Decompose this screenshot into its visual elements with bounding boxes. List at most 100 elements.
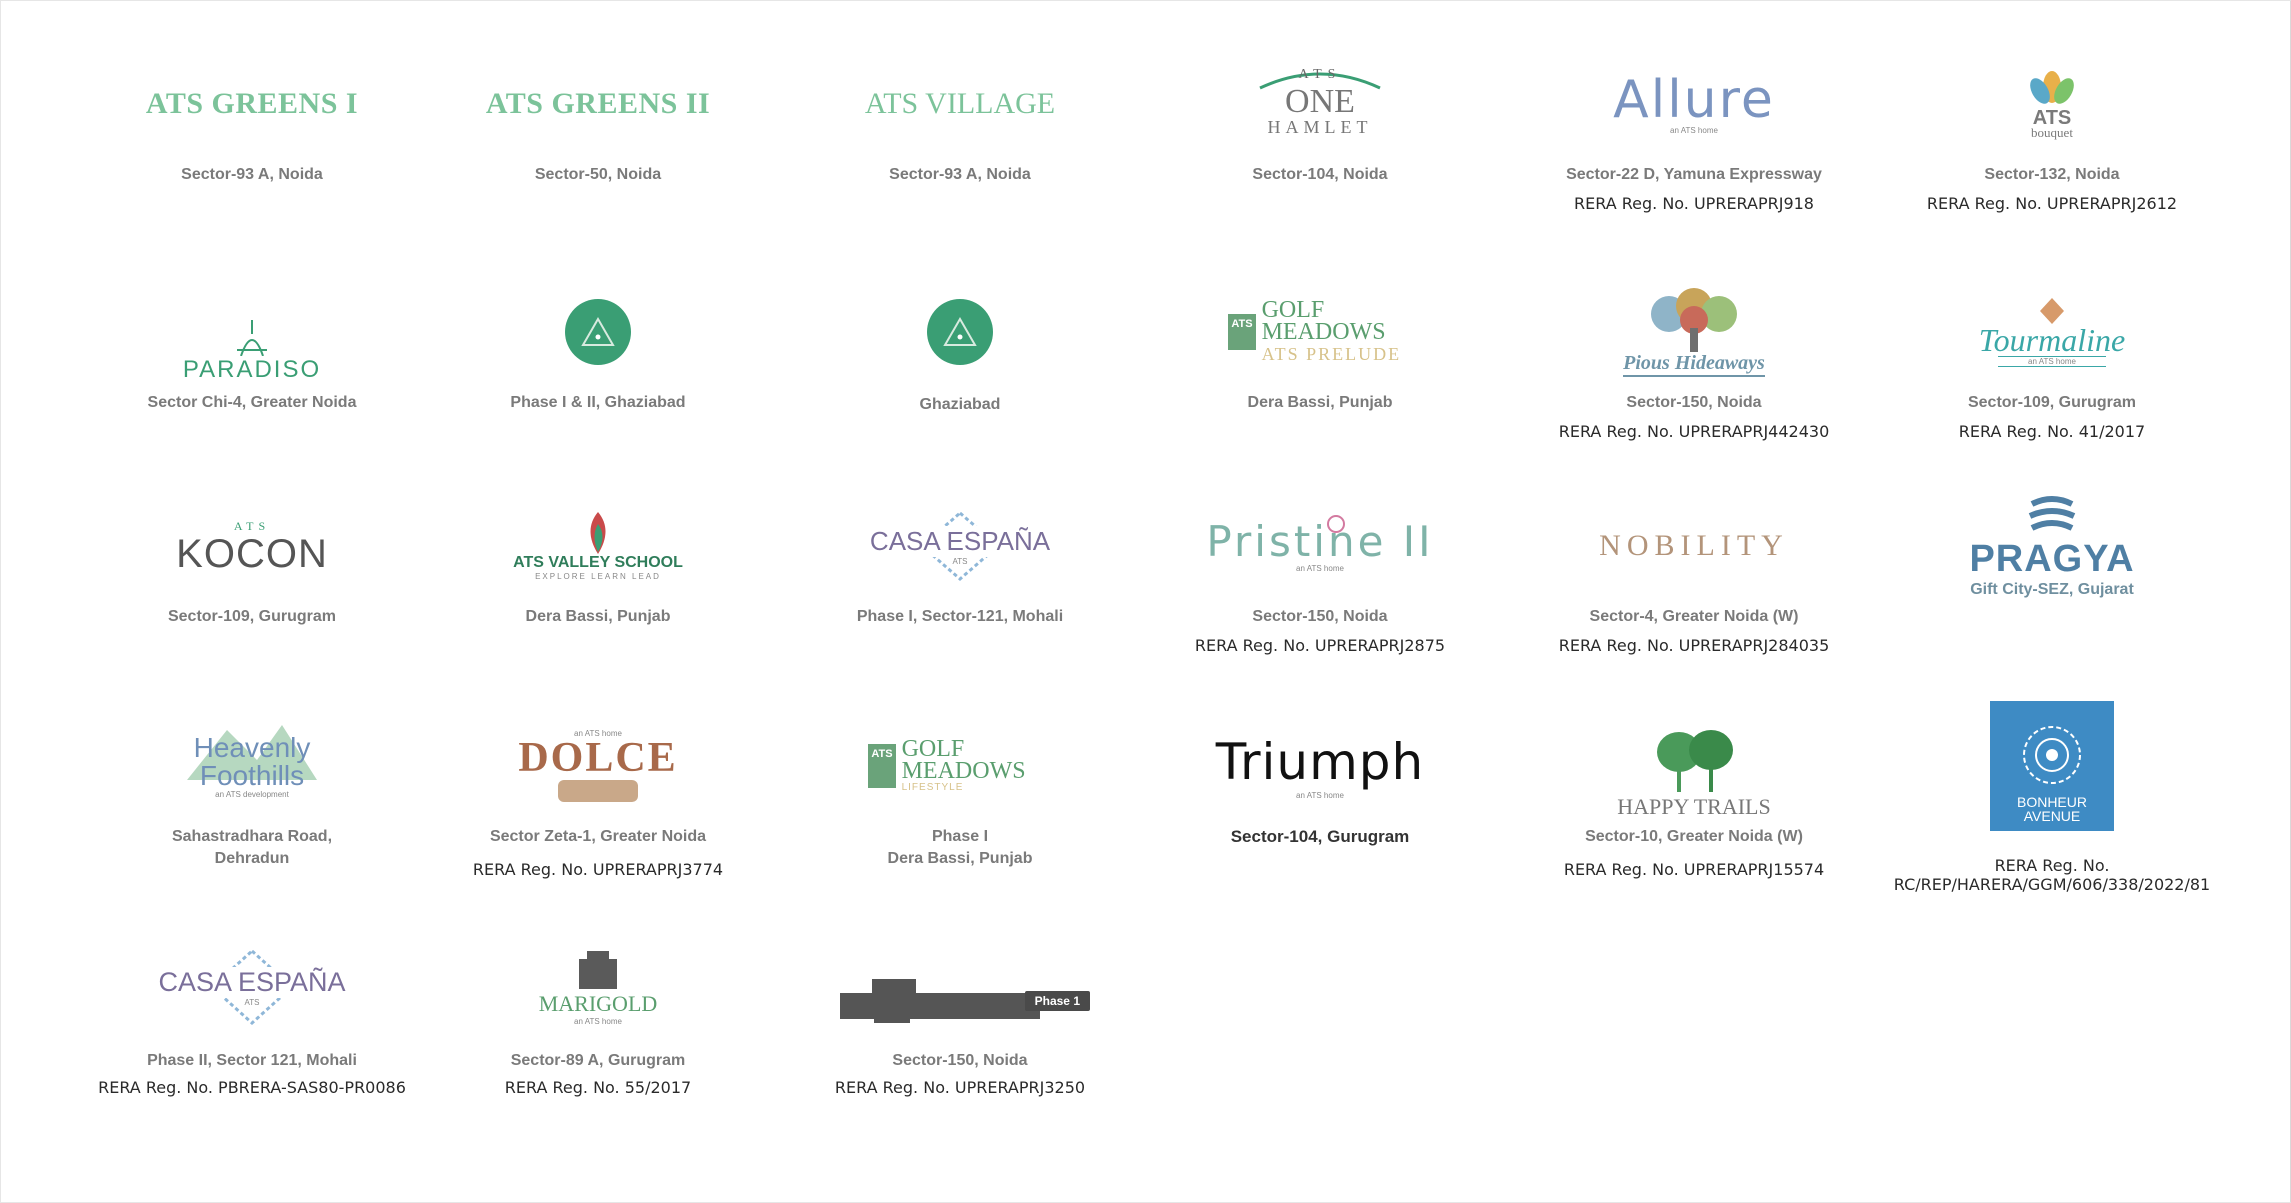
project-logo: NOBILITY [1514,486,1874,606]
project-location: Ghaziabad [919,396,1001,413]
logo-text: DOLCE [518,734,678,781]
project-location: Sector-104, Gurugram [1230,827,1410,846]
project-location: Sector-93 A, Noida [181,166,323,183]
project-location: Sector-109, Gurugram [167,608,337,625]
project-card-nobility[interactable]: NOBILITY Sector-4, Greater Noida (W) RER… [1514,486,1874,656]
project-logo: Triumph an ATS home [1140,706,1500,826]
project-logo: ATS VALLEY SCHOOL EXPLORE LEARN LEAD [418,486,778,606]
logo-text: KOCON [176,531,328,576]
project-card-casa-espana-1[interactable]: CASA ESPAÑA ATS Phase I, Sector-121, Moh… [780,486,1140,628]
project-location: Sector-4, Greater Noida (W) [1589,608,1799,625]
logo-text: CASA ESPAÑA [867,526,1053,557]
project-location: Sector-132, Noida [1984,166,2120,183]
project-location: Gift City-SEZ, Gujarat [1970,580,2134,598]
project-location: Phase I Dera Bassi, Punjab [887,828,1033,867]
project-card-triumph[interactable]: Triumph an ATS home Sector-104, Gurugram [1140,706,1500,848]
logo-sub: bouquet [2031,125,2073,140]
project-location: Sector Zeta-1, Greater Noida [489,828,707,845]
ornament-icon [558,779,638,802]
project-card-pristine-2[interactable]: Pristine II an ATS home Sector-150, Noid… [1140,486,1500,656]
project-logo [418,272,778,392]
rera-number: RERA Reg. No. UPRERAPRJ2875 [1194,636,1446,655]
logo-sub: an ATS home [1998,355,2106,367]
project-location: Dera Bassi, Punjab [525,608,671,625]
logo-sub: an ATS home [1296,790,1344,800]
project-card-golf-meadows-lifestyle[interactable]: ATS GOLF MEADOWS LIFESTYLE Phase I Dera … [780,706,1140,870]
logo-text: PRAGYA [1969,537,2135,580]
project-card-allure[interactable]: Allure an ATS home Sector-22 D, Yamuna E… [1514,44,1874,214]
project-card-tourmaline[interactable]: Tourmaline an ATS home Sector-109, Gurug… [1872,272,2232,442]
logo-sub: an ATS home [1670,125,1718,135]
diamond-icon [2040,297,2064,324]
logo-text: HAPPY TRAILS [1617,794,1771,819]
project-location: Phase II, Sector 121, Mohali [147,1052,357,1069]
trees-icon [1657,730,1733,792]
project-logo: ATS GOLF MEADOWS LIFESTYLE [780,706,1140,826]
project-card-golf-meadows-prelude[interactable]: ATS GOLF MEADOWS ATS PRELUDE Dera Bassi,… [1140,272,1500,414]
project-card-heavenly-foothills[interactable]: Heavenly Foothills an ATS development Sa… [72,706,432,870]
logo-text: Pious Hideaways [1623,352,1765,377]
logo-text: NOBILITY [1599,529,1789,562]
project-card-ghaziabad-phase[interactable]: Phase I & II, Ghaziabad [418,272,778,414]
project-card-sector-150-phase-1[interactable]: Phase 1 Sector-150, Noida RERA Reg. No. … [780,924,1140,1098]
project-card-pious-hideaways[interactable]: Pious Hideaways Sector-150, Noida RERA R… [1514,272,1874,442]
project-card-casa-espana-2[interactable]: CASA ESPAÑA ATS Phase II, Sector 121, Mo… [72,924,432,1098]
project-logo: PARADISO [72,272,432,392]
project-card-happy-trails[interactable]: HAPPY TRAILS Sector-10, Greater Noida (W… [1514,706,1874,880]
logo-bottom: ATS PRELUDE [1261,344,1402,364]
project-card-ghaziabad[interactable]: Ghaziabad [780,272,1140,416]
project-card-ats-valley-school[interactable]: ATS VALLEY SCHOOL EXPLORE LEARN LEAD Der… [418,486,778,628]
project-card-one-hamlet[interactable]: ATS ONE HAMLET Sector-104, Noida [1140,44,1500,186]
project-logo: Heavenly Foothills an ATS development [72,706,432,826]
project-logo: Pious Hideaways [1514,272,1874,392]
project-card-pragya[interactable]: PRAGYA Gift City-SEZ, Gujarat [1872,486,2232,606]
project-card-marigold[interactable]: MARIGOLD an ATS home Sector-89 A, Gurugr… [418,924,778,1098]
logo-top: ATS [1298,66,1342,82]
logo-text: MARIGOLD [538,990,658,1016]
project-logo: ATS ONE HAMLET [1140,44,1500,164]
ats-badge: ATS [868,744,896,788]
project-location: Sector-109, Gurugram [1967,394,2137,411]
project-logo: ATS bouquet [1872,44,2232,164]
logo-text: Tourmaline [1978,321,2126,358]
logo-sub: EXPLORE LEARN LEAD [535,571,661,581]
project-card-paradiso[interactable]: PARADISO Sector Chi-4, Greater Noida [72,272,432,414]
project-logo: HAPPY TRAILS [1514,706,1874,826]
project-logo: CASA ESPAÑA ATS [72,924,432,1050]
globe-icon [2028,495,2076,531]
project-card-ats-greens-2[interactable]: ATS GREENS II Sector-50, Noida [418,44,778,186]
rera-number: RERA Reg. No. UPRERAPRJ442430 [1558,422,1830,441]
logo-sub: an ATS home [1296,563,1344,573]
building-icon [579,950,617,989]
logo-sub: an ATS home [574,1016,622,1026]
project-location: Phase I, Sector-121, Mohali [856,608,1064,625]
project-card-ats-village[interactable]: ATS VILLAGE Sector-93 A, Noida [780,44,1140,186]
project-location: Sector-89 A, Gurugram [510,1052,686,1069]
logo-text: ATS VALLEY SCHOOL [513,553,683,571]
project-logo: an ATS home DOLCE [418,706,778,826]
project-location: Sector-22 D, Yamuna Expressway [1566,166,1822,183]
project-logo: PRAGYA Gift City-SEZ, Gujarat [1872,486,2232,606]
logo-text: CASA ESPAÑA [156,967,348,998]
project-logo [780,272,1140,392]
rera-number: RERA Reg. No. UPRERAPRJ284035 [1558,636,1830,655]
project-card-dolce[interactable]: an ATS home DOLCE Sector Zeta-1, Greater… [418,706,778,880]
logo-sub: ATS [244,998,260,1007]
project-card-ats-greens-1[interactable]: ATS GREENS I Sector-93 A, Noida [72,44,432,186]
project-location: Phase I & II, Ghaziabad [510,394,686,411]
project-card-bonheur-avenue[interactable]: BONHEUR AVENUE RERA Reg. No. RC/REP/HARE… [1872,700,2232,894]
rera-number: RERA Reg. No. UPRERAPRJ15574 [1563,860,1825,879]
project-location: Sector Chi-4, Greater Noida [147,394,357,411]
logo-text: ATS GREENS II [485,87,711,120]
project-logo: ATS VILLAGE [780,44,1140,164]
project-location: Dera Bassi, Punjab [1247,394,1393,411]
triangle-emblem-icon [927,299,993,365]
rera-number: RERA Reg. No. UPRERAPRJ3250 [834,1078,1086,1097]
project-location: Sector-93 A, Noida [889,166,1031,183]
project-location: Sector-150, Noida [1252,608,1388,625]
project-card-kocon[interactable]: ATS KOCON Sector-109, Gurugram [72,486,432,628]
logo-text: GOLF MEADOWS [1261,297,1386,345]
project-card-bouquet[interactable]: ATS bouquet Sector-132, Noida RERA Reg. … [1872,44,2232,214]
project-location: Sector-150, Noida [1626,394,1762,411]
logo-sub: ATS [952,557,968,566]
